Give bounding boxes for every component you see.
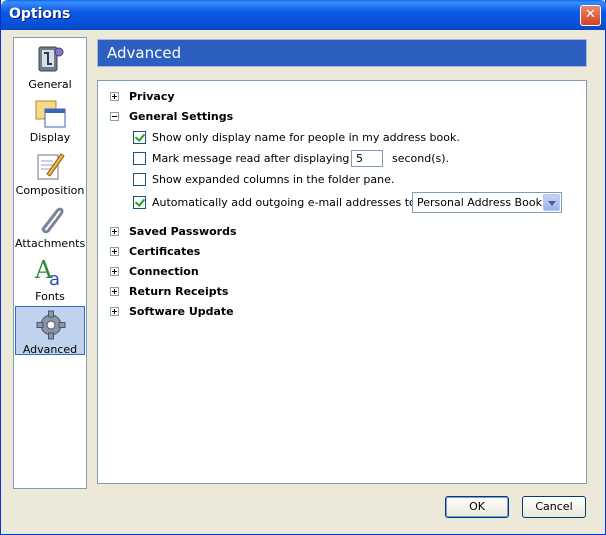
composition-icon [33, 150, 67, 182]
collapse-icon[interactable] [110, 111, 119, 121]
close-button[interactable]: ✕ [580, 5, 601, 26]
option-expanded-columns[interactable]: Show expanded columns in the folder pane… [133, 170, 394, 188]
expand-icon[interactable] [110, 306, 119, 316]
tree-item-general-settings[interactable]: General Settings [110, 108, 233, 124]
sidebar-item-label: Composition [15, 184, 85, 197]
tree-item-software-update[interactable]: Software Update [110, 303, 234, 319]
tree-item-saved-passwords[interactable]: Saved Passwords [110, 223, 237, 239]
option-auto-add[interactable]: Automatically add outgoing e-mail addres… [133, 193, 439, 211]
expand-icon[interactable] [110, 266, 119, 276]
options-window: Options ✕ General Display Composition At… [0, 0, 606, 535]
tree-item-return-receipts[interactable]: Return Receipts [110, 283, 228, 299]
seconds-label: second(s). [392, 152, 450, 165]
sidebar-item-fonts[interactable]: A a Fonts [15, 254, 85, 304]
sidebar-item-label: Display [29, 131, 71, 144]
mark-read-checkbox[interactable] [133, 151, 146, 165]
advanced-icon [34, 309, 68, 341]
general-icon [33, 44, 67, 76]
sidebar-item-advanced[interactable]: Advanced [15, 306, 85, 356]
sidebar-item-display[interactable]: Display [15, 95, 85, 145]
expand-icon[interactable] [110, 246, 119, 256]
panel-title: Advanced [97, 39, 587, 67]
category-sidebar: General Display Composition Attachments … [13, 37, 87, 489]
option-display-name[interactable]: Show only display name for people in my … [133, 128, 460, 146]
auto-add-checkbox[interactable] [133, 195, 146, 209]
sidebar-item-label: Attachments [15, 237, 86, 250]
chevron-down-icon[interactable] [543, 194, 560, 211]
attachments-icon [33, 203, 67, 235]
ok-button[interactable]: OK [445, 496, 509, 518]
expand-icon[interactable] [110, 226, 119, 236]
display-name-checkbox[interactable] [133, 130, 146, 144]
display-icon [33, 97, 67, 129]
tree-item-privacy[interactable]: Privacy [110, 88, 175, 104]
title-bar[interactable]: Options ✕ [1, 0, 606, 30]
svg-text:a: a [49, 269, 60, 288]
option-mark-read[interactable]: Mark message read after displaying for [133, 149, 368, 167]
expand-icon[interactable] [110, 286, 119, 296]
window-title: Options [9, 6, 71, 22]
sidebar-item-attachments[interactable]: Attachments [15, 201, 85, 251]
tree-item-certificates[interactable]: Certificates [110, 243, 200, 259]
sidebar-item-label: General [28, 78, 72, 91]
mark-read-seconds-input[interactable] [351, 150, 383, 167]
fonts-icon: A a [33, 256, 67, 290]
cancel-button[interactable]: Cancel [522, 496, 586, 518]
expanded-columns-checkbox[interactable] [133, 172, 146, 186]
sidebar-item-composition[interactable]: Composition [15, 148, 85, 198]
sidebar-item-general[interactable]: General [15, 42, 85, 92]
expand-icon[interactable] [110, 91, 119, 101]
sidebar-item-label: Advanced [22, 343, 78, 356]
advanced-panel: Privacy General Settings Show only displ… [97, 80, 587, 484]
address-book-select[interactable]: Personal Address Book [412, 192, 562, 213]
tree-item-connection[interactable]: Connection [110, 263, 199, 279]
sidebar-item-label: Fonts [35, 290, 65, 303]
